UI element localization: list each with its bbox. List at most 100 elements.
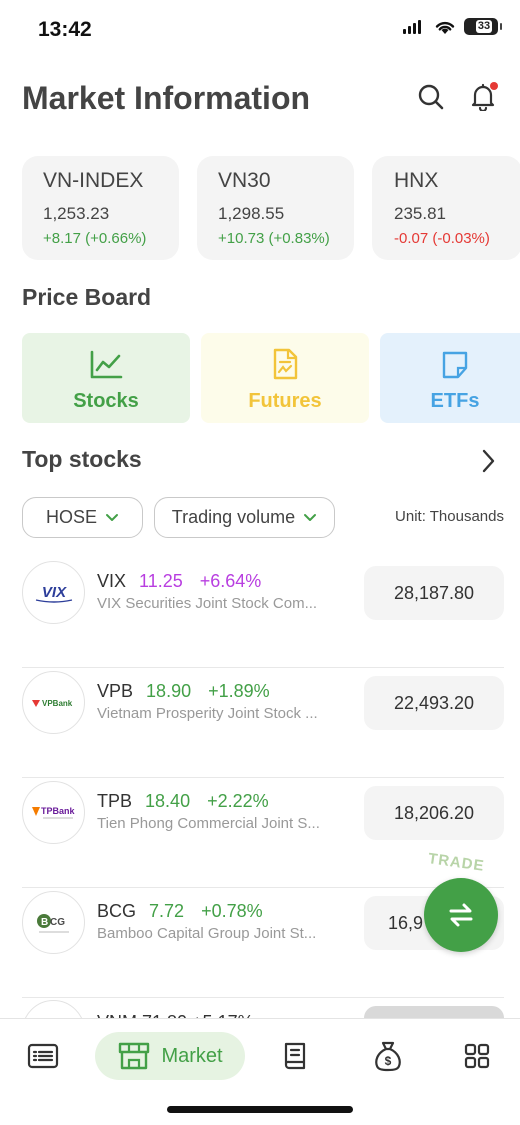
index-change: +8.17 (+0.66%) — [43, 230, 147, 247]
board-etfs-button[interactable]: ETFs — [380, 333, 520, 423]
svg-text:TPBank: TPBank — [41, 806, 76, 816]
nav-orderbook[interactable] — [278, 1032, 312, 1080]
status-icons: 33 — [402, 18, 502, 35]
notification-badge — [490, 82, 498, 90]
price-board-row: Stocks Futures ETFs — [22, 333, 520, 423]
grid-icon — [464, 1043, 490, 1069]
unit-label: Unit: Thousands — [395, 508, 504, 525]
search-icon — [418, 84, 444, 110]
stock-logo-vix: VIX — [22, 561, 85, 624]
header-actions — [416, 80, 498, 114]
stock-logo-bcg: B CG — [22, 891, 85, 954]
stock-info: TPB 18.40 +2.22% Tien Phong Commercial J… — [97, 790, 357, 832]
tpbank-logo-icon: TPBank — [31, 806, 76, 818]
board-futures-label: Futures — [248, 390, 322, 412]
stock-symbol: VIX — [97, 571, 127, 591]
stock-company-name: Tien Phong Commercial Joint S... — [97, 815, 320, 832]
index-value: 1,298.55 — [218, 204, 285, 223]
header: Market Information — [22, 76, 498, 120]
stock-logo-vpb: VPBank — [22, 671, 85, 734]
top-stocks-title: Top stocks — [22, 446, 142, 472]
stock-volume: 18,206.20 — [364, 786, 504, 840]
stock-row[interactable]: VIX VIX 11.25 +6.64% VIX Securities Join… — [22, 558, 504, 668]
stock-change: +1.89% — [208, 681, 270, 701]
bcg-logo-icon: B CG — [36, 913, 69, 932]
stock-change: +6.64% — [199, 571, 262, 591]
nav-market-label: Market — [161, 1044, 223, 1067]
index-name: VN-INDEX — [43, 169, 144, 192]
nav-news[interactable] — [22, 1032, 64, 1080]
index-card-vn30[interactable]: VN30 1,298.55 +10.73 (+0.83%) — [197, 156, 354, 260]
stock-volume: 22,493.20 — [364, 676, 504, 730]
status-bar: 13:42 33 — [0, 0, 520, 60]
sort-dropdown[interactable]: Trading volume — [154, 497, 335, 538]
chevron-down-icon — [106, 513, 118, 521]
index-change: -0.07 (-0.03%) — [394, 230, 490, 247]
chevron-right-icon — [482, 449, 495, 473]
index-card-vnindex[interactable]: VN-INDEX 1,253.23 +8.17 (+0.66%) — [22, 156, 179, 260]
stock-price: 11.25 — [139, 571, 183, 591]
stock-price: 18.40 — [145, 791, 191, 811]
board-stocks-label: Stocks — [73, 390, 139, 412]
home-indicator — [167, 1106, 353, 1113]
stock-symbol: VPB — [97, 681, 134, 701]
vpbank-logo-icon: VPBank — [31, 699, 73, 708]
stock-symbol: BCG — [97, 901, 137, 921]
store-icon — [119, 1042, 150, 1070]
stock-change: +0.78% — [201, 901, 263, 921]
stock-row-partial[interactable]: VNM 71.80 +5.17% — [22, 1000, 504, 1020]
stock-logo-tpb: TPBank — [22, 781, 85, 844]
battery-level: 33 — [475, 20, 493, 33]
stock-logo-partial — [22, 1000, 85, 1020]
index-name: HNX — [394, 169, 439, 192]
stock-company-name: Vietnam Prosperity Joint Stock ... — [97, 705, 318, 722]
stock-row[interactable]: TPBank TPB 18.40 +2.22% Tien Phong Comme… — [22, 778, 504, 888]
price-board-title: Price Board — [22, 284, 152, 310]
vix-logo-icon: VIX — [35, 584, 72, 603]
line-chart-icon — [90, 350, 123, 379]
svg-text:VPBank: VPBank — [42, 699, 73, 708]
board-etfs-label: ETFs — [430, 390, 480, 412]
index-change: +10.73 (+0.83%) — [218, 230, 330, 247]
stock-price: 18.90 — [146, 681, 192, 701]
index-name: VN30 — [218, 169, 271, 192]
status-time: 13:42 — [38, 18, 92, 41]
nav-more[interactable] — [460, 1032, 494, 1080]
signal-icon — [403, 19, 421, 34]
sort-value: Trading volume — [171, 507, 296, 527]
stock-company-name: VIX Securities Joint Stock Com... — [97, 595, 318, 612]
svg-text:CG: CG — [50, 917, 65, 928]
svg-text:$: $ — [385, 1054, 392, 1068]
battery-icon: 33 — [464, 18, 502, 35]
money-bag-icon: $ — [375, 1041, 401, 1072]
svg-text:B: B — [41, 917, 48, 928]
exchange-dropdown[interactable]: HOSE — [22, 497, 143, 538]
chevron-down-icon — [304, 513, 317, 521]
search-button[interactable] — [416, 80, 446, 114]
index-card-hnx[interactable]: HNX 235.81 -0.07 (-0.03%) — [372, 156, 520, 260]
filter-row: HOSE Trading volume Unit: Thousands — [22, 497, 504, 538]
stock-info: VIX 11.25 +6.64% VIX Securities Joint St… — [97, 570, 357, 612]
nav-market[interactable]: Market — [95, 1032, 245, 1080]
stock-company-name: Bamboo Capital Group Joint St... — [97, 925, 317, 942]
index-value: 1,253.23 — [43, 204, 110, 223]
stock-info: BCG 7.72 +0.78% Bamboo Capital Group Joi… — [97, 900, 357, 942]
stock-info: VPB 18.90 +1.89% Vietnam Prosperity Join… — [97, 680, 357, 722]
note-icon — [442, 351, 468, 379]
notification-button[interactable] — [468, 80, 498, 114]
nav-assets[interactable]: $ — [369, 1032, 407, 1080]
top-stocks-more-button[interactable] — [478, 448, 498, 479]
stock-volume: 28,187.80 — [364, 566, 504, 620]
index-value: 235.81 — [394, 204, 446, 223]
svg-text:VIX: VIX — [41, 584, 66, 601]
swap-icon — [449, 903, 473, 927]
board-futures-button[interactable]: Futures — [201, 333, 369, 423]
stock-price: 7.72 — [149, 901, 185, 921]
list-icon — [27, 1043, 59, 1069]
trade-button[interactable] — [424, 878, 498, 952]
stock-change: +2.22% — [207, 791, 269, 811]
board-stocks-button[interactable]: Stocks — [22, 333, 190, 423]
stock-row[interactable]: VPBank VPB 18.90 +1.89% Vietnam Prosperi… — [22, 668, 504, 778]
index-row: VN-INDEX 1,253.23 +8.17 (+0.66%) VN30 1,… — [22, 156, 520, 260]
exchange-value: HOSE — [45, 507, 97, 527]
